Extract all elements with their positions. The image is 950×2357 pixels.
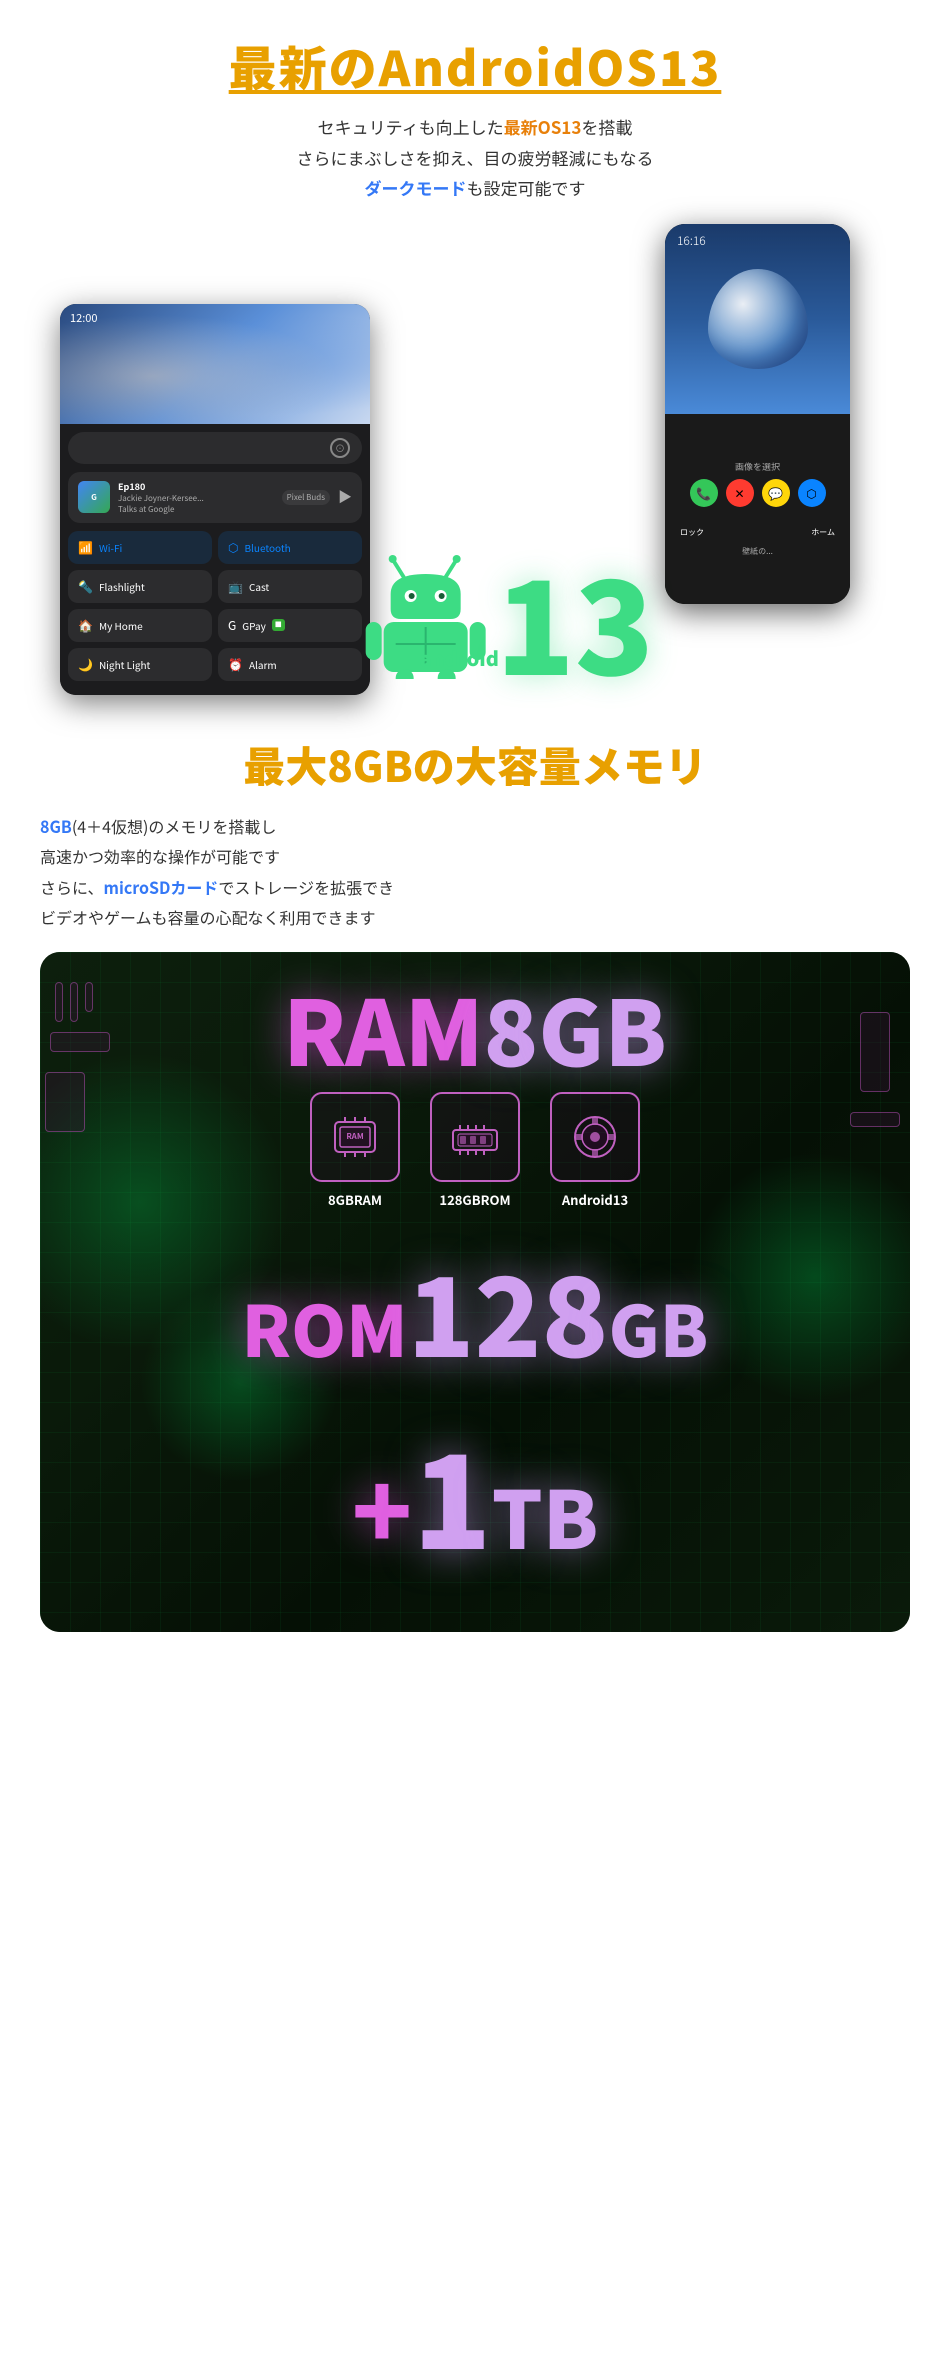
android-chip-label: Android13 [562, 1190, 628, 1209]
select-image-label: 画像を選択 [735, 460, 780, 473]
phone-call-button[interactable]: 📞 [690, 479, 718, 507]
rom-number: 128 [408, 1229, 609, 1389]
phone-right: 16:16 画像を選択 📞 ✕ 💬 ⬡ ロック ホーム [665, 224, 850, 604]
android-chip-svg [570, 1112, 620, 1162]
podcast-guest: Jackie Joyner-Kersee... [118, 493, 274, 504]
android-text-label: android [419, 643, 499, 672]
android-chip-icon [550, 1092, 640, 1182]
bluetooth-icon: ⬡ [228, 539, 238, 556]
ram-text-display: RAM8GB [40, 952, 910, 1072]
phone-action-buttons: 📞 ✕ 💬 ⬡ [690, 479, 826, 507]
circuit-board: RAM8GB RAM [40, 952, 910, 1632]
flashlight-button[interactable]: 🔦 Flashlight [68, 570, 212, 603]
android-robot-container: 13 [356, 539, 654, 684]
phone-top-wallpaper: 16:16 [665, 224, 850, 414]
ram-label: RAM [283, 962, 483, 1092]
pixel-buds-badge: Pixel Buds [282, 490, 330, 505]
ram-section: 最大8GBの大容量メモリ 8GB(4＋4仮想)のメモリを搭載し 高速かつ効率的な… [0, 704, 950, 1653]
plus-1tb-display: +1TB [40, 1399, 910, 1617]
podcast-card: G Ep180 Jackie Joyner-Kersee... Talks at… [68, 472, 362, 523]
wallpaper-label: 壁紙の... [742, 546, 773, 557]
tb-number: 1 [412, 1399, 491, 1587]
plus-sign: + [352, 1433, 413, 1578]
rom-label: ROM [242, 1277, 408, 1378]
gpay-icon: G [228, 617, 236, 634]
tablet-left: 12:00 ⊙ G Ep180 Jackie Joyner-Kersee... … [60, 304, 370, 695]
ram-title: 最大8GBの大容量メモリ [40, 734, 910, 795]
phone-app-button[interactable]: ⬡ [798, 479, 826, 507]
wifi-label: Wi-Fi [99, 540, 122, 555]
ram-desc: 8GB(4＋4仮想)のメモリを搭載し 高速かつ効率的な操作が可能です さらに、m… [40, 811, 910, 933]
water-droplet [708, 269, 808, 369]
tb-unit: TB [492, 1457, 599, 1573]
nightlight-button[interactable]: 🌙 Night Light [68, 648, 212, 681]
gpay-label: GPay [242, 618, 266, 633]
svg-text:RAM: RAM [346, 1131, 363, 1142]
ram-chip-svg: RAM [330, 1112, 380, 1162]
phone-screen: 16:16 画像を選択 📞 ✕ 💬 ⬡ ロック ホーム [665, 224, 850, 604]
nightlight-label: Night Light [99, 657, 150, 672]
wifi-button[interactable]: 📶 Wi-Fi [68, 531, 212, 564]
alarm-button[interactable]: ⏰ Alarm [218, 648, 362, 681]
alarm-icon: ⏰ [228, 656, 243, 673]
search-bar[interactable]: ⊙ [68, 432, 362, 464]
chip-row: RAM 8GBRAM [40, 1092, 910, 1209]
alarm-label: Alarm [249, 657, 277, 672]
rom-text-display: ROM128GB [40, 1219, 910, 1399]
cast-button[interactable]: 📺 Cast [218, 570, 362, 603]
status-time: 12:00 [70, 310, 97, 326]
number-13-container: 13 [496, 554, 654, 684]
phone-end-button[interactable]: ✕ [726, 479, 754, 507]
rom-unit: GB [609, 1277, 709, 1378]
ram-chip-label: 8GBRAM [328, 1190, 382, 1209]
play-icon[interactable]: ▶ [338, 487, 352, 507]
controls-grid: 📶 Wi-Fi ⬡ Bluetooth 🔦 Flashlight 📺 Cast [68, 531, 362, 681]
lock-label: ロック [680, 527, 704, 538]
cast-label: Cast [249, 579, 269, 594]
rom-chip-label: 128GBROM [439, 1190, 510, 1209]
cast-icon: 📺 [228, 578, 243, 595]
home-icon: 🏠 [78, 617, 93, 634]
android-section: 最新のAndroidOS13 セキュリティも向上した最新OS13を搭載 さらにま… [0, 0, 950, 704]
myhome-button[interactable]: 🏠 My Home [68, 609, 212, 642]
flashlight-label: Flashlight [99, 579, 145, 594]
podcast-info: Ep180 Jackie Joyner-Kersee... Talks at G… [118, 480, 274, 515]
family-photo: 12:00 [60, 304, 370, 424]
chip-rom: 128GBROM [430, 1092, 520, 1209]
myhome-label: My Home [99, 618, 143, 633]
nightlight-icon: 🌙 [78, 656, 93, 673]
gpay-button[interactable]: G GPay ■ [218, 609, 362, 642]
wifi-icon: 📶 [78, 539, 93, 556]
chip-ram: RAM 8GBRAM [310, 1092, 400, 1209]
chip-android: Android13 [550, 1092, 640, 1209]
control-panel: ⊙ G Ep180 Jackie Joyner-Kersee... Talks … [60, 424, 370, 695]
bluetooth-button[interactable]: ⬡ Bluetooth [218, 531, 362, 564]
search-icon: ⊙ [330, 438, 350, 458]
tablet-showcase: 12:00 ⊙ G Ep180 Jackie Joyner-Kersee... … [40, 224, 910, 684]
podcast-logo: G [78, 481, 110, 513]
rom-chip-svg [450, 1112, 500, 1162]
phone-msg-button[interactable]: 💬 [762, 479, 790, 507]
home-label: ホーム [811, 527, 835, 538]
circuit-background: RAM8GB RAM [40, 952, 910, 1632]
bluetooth-label: Bluetooth [244, 540, 290, 555]
flashlight-icon: 🔦 [78, 578, 93, 595]
rom-chip-icon [430, 1092, 520, 1182]
phone-time: 16:16 [677, 232, 706, 249]
ram-chip-icon: RAM [310, 1092, 400, 1182]
phone-bottom-panel: 画像を選択 📞 ✕ 💬 ⬡ ロック ホーム 壁紙の... [665, 414, 850, 604]
ram-number: 8 [484, 962, 539, 1092]
ram-unit: GB [538, 962, 667, 1092]
android-title: 最新のAndroidOS13 [40, 30, 910, 100]
podcast-subtitle: Talks at Google [118, 504, 274, 515]
podcast-episode: Ep180 [118, 480, 274, 493]
phone-labels-row: ロック ホーム [675, 527, 840, 538]
android-desc: セキュリティも向上した最新OS13を搭載 さらにまぶしさを抑え、目の疲労軽減にも… [40, 112, 910, 204]
gpay-badge: ■ [272, 619, 285, 631]
number-13: 13 [496, 554, 654, 684]
